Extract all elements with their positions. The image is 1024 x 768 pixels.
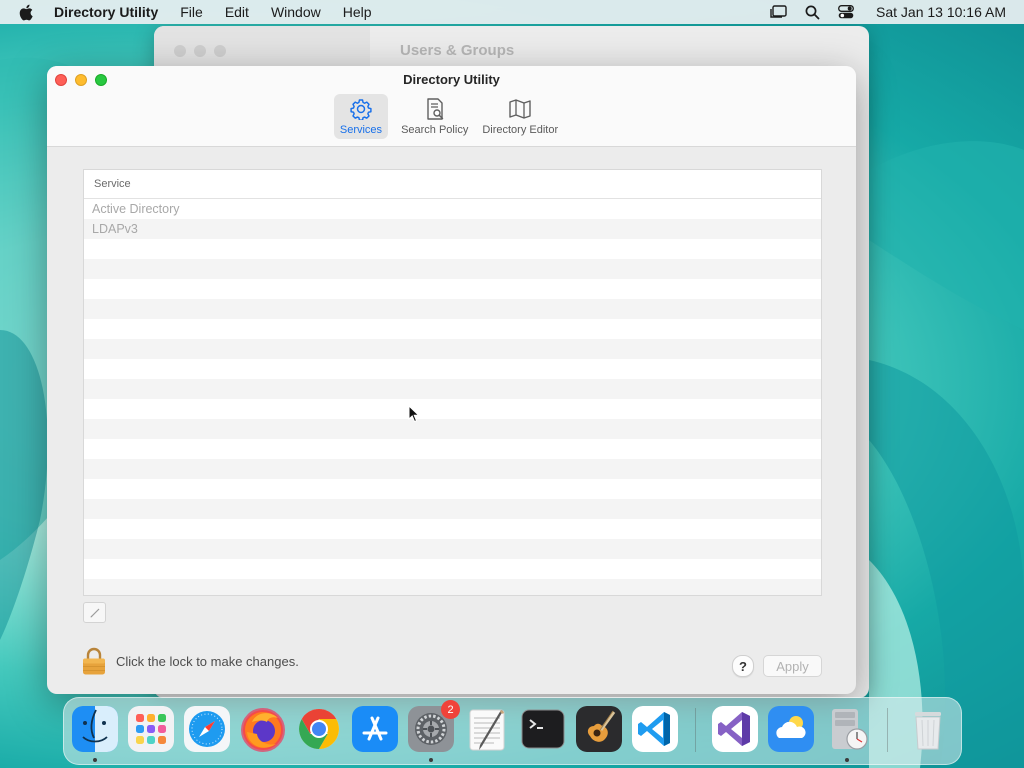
directory-utility-window: Directory Utility Services Search Policy…	[47, 66, 856, 694]
menu-clock[interactable]: Sat Jan 13 10:16 AM	[876, 4, 1006, 20]
app-store-icon[interactable]	[352, 706, 398, 752]
notification-badge: 2	[441, 700, 460, 719]
menu-file[interactable]: File	[180, 0, 203, 24]
edit-service-button[interactable]	[83, 602, 106, 623]
table-header[interactable]: Service	[84, 170, 821, 199]
running-indicator	[845, 758, 849, 762]
menu-help[interactable]: Help	[343, 0, 372, 24]
empty-row	[84, 319, 821, 339]
dock-separator	[887, 708, 888, 752]
empty-row	[84, 339, 821, 359]
table-row[interactable]: LDAPv3	[84, 219, 821, 239]
empty-row	[84, 519, 821, 539]
mouse-cursor-icon	[408, 404, 420, 428]
bg-window-controls	[174, 45, 226, 57]
empty-row	[84, 299, 821, 319]
empty-row	[84, 279, 821, 299]
gear-icon	[348, 96, 374, 122]
table-rows: Active Directory LDAPv3	[84, 199, 821, 595]
empty-row	[84, 539, 821, 559]
services-table[interactable]: Service Active Directory LDAPv3	[83, 169, 822, 596]
empty-row	[84, 459, 821, 479]
textedit-icon[interactable]	[464, 706, 510, 752]
window-toolbar: Directory Utility Services Search Policy…	[47, 66, 856, 147]
empty-row	[84, 439, 821, 459]
apple-menu-icon[interactable]	[16, 2, 36, 22]
firefox-icon[interactable]	[240, 706, 286, 752]
tab-services[interactable]: Services	[333, 94, 389, 139]
trash-icon[interactable]	[905, 706, 951, 752]
garageband-icon[interactable]	[576, 706, 622, 752]
empty-row	[84, 479, 821, 499]
column-service[interactable]: Service	[94, 178, 131, 190]
window-title: Directory Utility	[403, 72, 500, 87]
pencil-icon	[90, 608, 99, 617]
empty-row	[84, 359, 821, 379]
map-icon	[507, 96, 533, 122]
table-row[interactable]: Active Directory	[84, 199, 821, 219]
directory-utility-icon[interactable]	[824, 706, 870, 752]
dock: 2	[63, 697, 962, 765]
dock-separator	[695, 708, 696, 752]
bg-window-title: Users & Groups	[400, 42, 515, 59]
spotlight-search-icon[interactable]	[802, 4, 822, 20]
empty-row	[84, 419, 821, 439]
chrome-icon[interactable]	[296, 706, 342, 752]
running-indicator	[93, 758, 97, 762]
tab-services-label: Services	[339, 124, 383, 136]
empty-row	[84, 559, 821, 579]
menu-edit[interactable]: Edit	[225, 0, 249, 24]
weather-icon[interactable]	[768, 706, 814, 752]
menu-bar: Directory Utility File Edit Window Help …	[0, 0, 1024, 24]
apply-button[interactable]: Apply	[763, 655, 822, 677]
tab-directory-editor-label: Directory Editor	[482, 124, 559, 136]
running-indicator	[429, 758, 433, 762]
vscode-icon[interactable]	[632, 706, 678, 752]
launchpad-icon[interactable]	[128, 706, 174, 752]
terminal-icon[interactable]	[520, 706, 566, 752]
empty-row	[84, 499, 821, 519]
menu-window[interactable]: Window	[271, 0, 321, 24]
safari-icon[interactable]	[184, 706, 230, 752]
lock-icon[interactable]	[81, 646, 107, 676]
lock-area: Click the lock to make changes.	[81, 646, 299, 676]
tab-search-policy[interactable]: Search Policy	[395, 94, 474, 139]
empty-row	[84, 399, 821, 419]
search-document-icon	[422, 96, 448, 122]
stage-manager-icon[interactable]	[768, 4, 788, 20]
lock-hint-text: Click the lock to make changes.	[116, 653, 299, 669]
menu-app-name[interactable]: Directory Utility	[54, 0, 158, 24]
empty-row	[84, 239, 821, 259]
control-center-icon[interactable]	[836, 4, 856, 20]
tab-search-policy-label: Search Policy	[401, 124, 469, 136]
empty-row	[84, 259, 821, 279]
help-button[interactable]: ?	[732, 655, 754, 677]
finder-icon[interactable]	[72, 706, 118, 752]
empty-row	[84, 579, 821, 595]
visual-studio-icon[interactable]	[712, 706, 758, 752]
empty-row	[84, 379, 821, 399]
tab-directory-editor[interactable]: Directory Editor	[476, 94, 564, 139]
